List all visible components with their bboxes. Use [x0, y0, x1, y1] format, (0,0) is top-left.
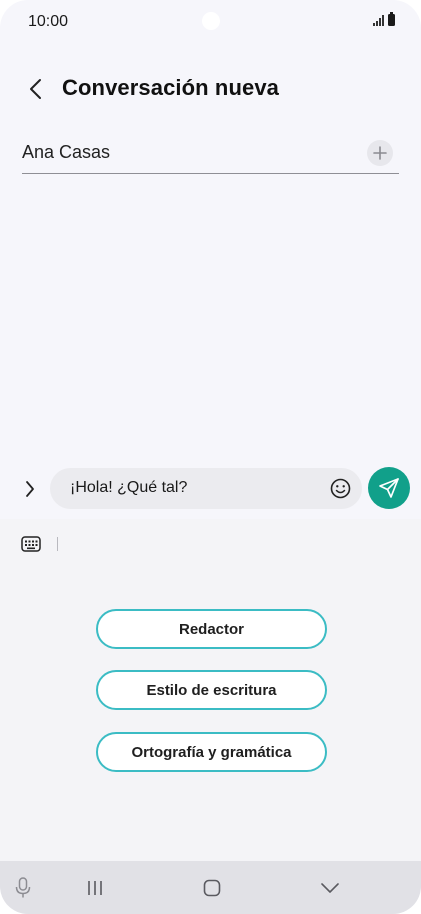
option-spelling-grammar-button[interactable]: Ortografía y gramática: [96, 732, 327, 772]
add-recipient-button[interactable]: [367, 140, 393, 166]
paper-plane-icon: [379, 478, 399, 498]
home-icon: [203, 879, 221, 897]
page-title: Conversación nueva: [62, 75, 279, 100]
back-button[interactable]: [20, 72, 50, 106]
signal-icon: [373, 14, 384, 26]
navigation-bar: [0, 861, 421, 914]
header: Conversación nueva: [0, 66, 421, 112]
status-icons: [373, 12, 395, 26]
recipient-value[interactable]: Ana Casas: [22, 142, 110, 163]
message-text[interactable]: ¡Hola! ¿Qué tal?: [70, 479, 187, 497]
send-button[interactable]: [368, 467, 410, 509]
message-input[interactable]: ¡Hola! ¿Qué tal?: [50, 468, 362, 509]
emoji-button[interactable]: [329, 477, 352, 500]
hide-keyboard-button[interactable]: [318, 879, 342, 897]
microphone-icon: [15, 877, 31, 898]
recents-button[interactable]: [84, 878, 106, 898]
smiley-icon: [330, 478, 351, 499]
recents-icon: [88, 881, 102, 895]
writing-assistant-panel: Redactor Estilo de escritura Ortografía …: [0, 519, 421, 861]
chevron-left-icon: [30, 79, 41, 99]
option-redactor-button[interactable]: Redactor: [96, 609, 327, 649]
toolbar-divider: [57, 537, 58, 551]
expand-button[interactable]: [18, 476, 42, 502]
battery-icon: [388, 12, 395, 26]
camera-cutout: [202, 12, 220, 30]
voice-input-button[interactable]: [14, 877, 32, 899]
keyboard-toggle-button[interactable]: [20, 535, 42, 553]
plus-icon: [373, 146, 387, 160]
status-time: 10:00: [28, 13, 69, 30]
recipient-field[interactable]: Ana Casas: [22, 136, 399, 174]
chevron-right-icon: [26, 481, 34, 497]
hide-keyboard-icon: [321, 883, 339, 893]
phone-screen: 10:00 Conversación nueva Ana Casas ¡Hola…: [0, 0, 421, 914]
option-writing-style-button[interactable]: Estilo de escritura: [96, 670, 327, 710]
keyboard-icon: [21, 536, 41, 552]
home-button[interactable]: [202, 878, 222, 898]
status-bar: 10:00: [0, 0, 421, 46]
